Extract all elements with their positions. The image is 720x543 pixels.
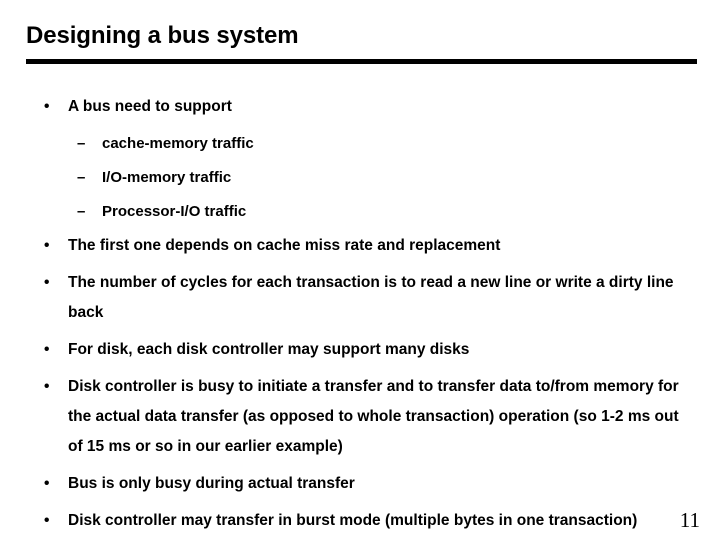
bullet-marker-icon: • (44, 378, 50, 395)
bullet-marker-icon: • (44, 237, 50, 254)
bullet-text: Processor-I/O traffic (102, 203, 247, 220)
bullet-text: cache-memory traffic (102, 135, 254, 152)
bullet-item-level2: – cache-memory traffic (0, 129, 720, 159)
bullet-item-level1: • The first one depends on cache miss rat… (0, 231, 720, 261)
bullet-marker-icon: • (44, 341, 50, 358)
bullet-item-level1: • Disk controller may transfer in burst m… (0, 506, 720, 536)
bullet-text: The first one depends on cache miss rate… (68, 237, 501, 254)
page-title: Designing a bus system (26, 22, 299, 49)
bullet-item-level1: • Bus is only busy during actual transfer (0, 469, 720, 499)
bullet-text: For disk, each disk controller may suppo… (68, 341, 470, 358)
bullet-text: I/O-memory traffic (102, 169, 232, 186)
slide-body-bullet-list: • A bus need to support – cache-memory traf… (0, 92, 720, 543)
bullet-text: A bus need to support (68, 98, 232, 115)
bullet-text: The number of cycles for each transactio… (68, 274, 674, 321)
bullet-marker-icon: • (44, 512, 50, 529)
bullet-marker-icon: – (77, 169, 86, 186)
bullet-marker-icon: • (44, 475, 50, 492)
bullet-item-level1: • For disk, each disk controller may supp… (0, 335, 720, 365)
bullet-item-level2: – I/O-memory traffic (0, 163, 720, 193)
bullet-item-level1: • Disk controller is busy to initiate a t… (0, 372, 720, 462)
bullet-marker-icon: – (77, 203, 86, 220)
bullet-marker-icon: • (44, 274, 50, 291)
bullet-marker-icon: – (77, 135, 86, 152)
title-divider (26, 59, 697, 64)
bullet-item-level1: • A bus need to support (0, 92, 720, 122)
page-number: 11 (679, 508, 700, 532)
bullet-item-level2: – Processor-I/O traffic (0, 197, 720, 227)
slide-canvas: Designing a bus system • A bus need to su… (0, 0, 720, 540)
bullet-marker-icon: • (44, 98, 50, 115)
bullet-text: Disk controller is busy to initiate a tr… (68, 378, 679, 455)
bullet-text: Bus is only busy during actual transfer (68, 475, 355, 492)
bullet-item-level1: • The number of cycles for each transacti… (0, 268, 720, 328)
bullet-text: Disk controller may transfer in burst mo… (68, 512, 638, 529)
